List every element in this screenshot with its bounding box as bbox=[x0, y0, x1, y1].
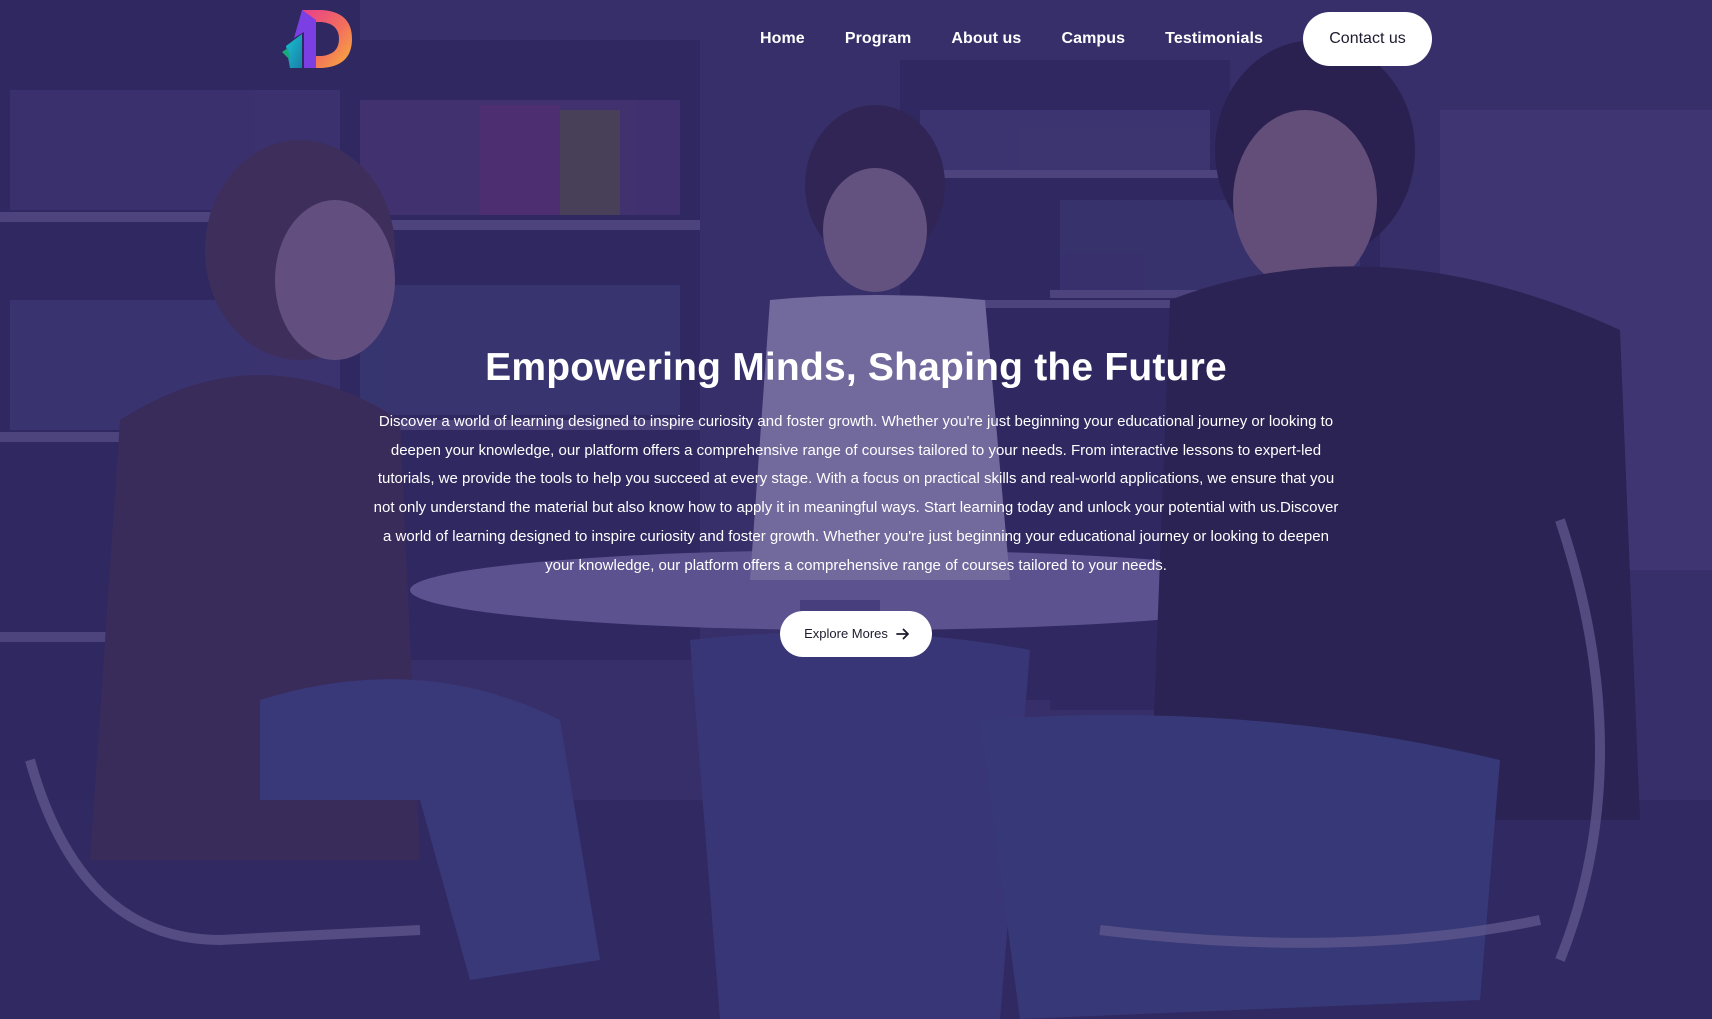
nav-link-campus[interactable]: Campus bbox=[1061, 30, 1125, 48]
hero-title: Empowering Minds, Shaping the Future bbox=[485, 346, 1227, 389]
arrow-right-icon bbox=[896, 628, 909, 639]
hero-section: Home Program About us Campus Testimonial… bbox=[0, 0, 1712, 1019]
nav-link-testimonials[interactable]: Testimonials bbox=[1165, 30, 1263, 48]
explore-more-button[interactable]: Explore Mores bbox=[780, 610, 932, 657]
nav-link-home[interactable]: Home bbox=[760, 30, 805, 48]
nav-link-about-us[interactable]: About us bbox=[951, 30, 1021, 48]
contact-us-button[interactable]: Contact us bbox=[1303, 12, 1432, 66]
hero-content: Empowering Minds, Shaping the Future Dis… bbox=[0, 345, 1712, 657]
main-nav: Home Program About us Campus Testimonial… bbox=[760, 12, 1432, 66]
d-logo-icon[interactable] bbox=[280, 8, 356, 70]
nav-link-program[interactable]: Program bbox=[845, 30, 912, 48]
hero-description: Discover a world of learning designed to… bbox=[373, 412, 1339, 574]
explore-more-label: Explore Mores bbox=[804, 626, 888, 642]
